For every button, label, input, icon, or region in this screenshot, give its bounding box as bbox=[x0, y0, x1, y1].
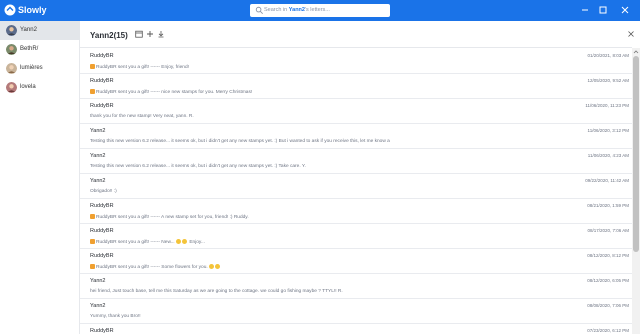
download-icon[interactable] bbox=[157, 30, 165, 38]
sidebar-item-yann2[interactable]: Yann2 bbox=[0, 21, 80, 40]
close-icon[interactable] bbox=[618, 3, 632, 17]
penpal-sidebar: Yann2 BethR/ lumières lovela bbox=[0, 21, 80, 334]
letter-preview: Testing this new version 6.2 release... … bbox=[90, 164, 306, 169]
letter-preview: RuddyBR sent you a gift! ------ A new st… bbox=[90, 214, 249, 220]
letter-date: 08/12/2020, 6:05 PM bbox=[587, 278, 629, 283]
letter-date: 08/21/2020, 1:59 PM bbox=[587, 203, 629, 208]
avatar bbox=[6, 82, 17, 93]
app-title: Slowly bbox=[18, 5, 47, 15]
gift-icon bbox=[90, 264, 95, 269]
minimize-icon[interactable] bbox=[578, 3, 592, 17]
letter-preview: Yummy, thank you Bro!! bbox=[90, 314, 141, 319]
avatar bbox=[6, 44, 17, 55]
letter-date: 12/05/2020, 9:52 AM bbox=[587, 78, 629, 83]
letter-sender: RuddyBR bbox=[90, 78, 114, 84]
emoji-icon bbox=[181, 239, 187, 244]
list-item[interactable]: RuddyBR 01/20/2021, 8:03 AM RuddyBR sent y… bbox=[80, 48, 632, 74]
letter-list: RuddyBR 01/20/2021, 8:03 AM RuddyBR sent y… bbox=[80, 47, 632, 334]
list-item[interactable]: Yann2 11/06/2020, 3:12 PM Testing this new… bbox=[80, 123, 632, 149]
letter-date: 09/22/2020, 11:42 AM bbox=[585, 178, 629, 183]
letter-date: 08/08/2020, 7:06 PM bbox=[587, 303, 629, 308]
letter-sender: RuddyBR bbox=[90, 253, 114, 259]
list-item[interactable]: RuddyBR 08/12/2020, 8:12 PM RuddyBR sent y… bbox=[80, 248, 632, 274]
sidebar-item-lumieres[interactable]: lumières bbox=[0, 59, 80, 78]
letter-date: 11/06/2020, 11:23 PM bbox=[585, 103, 629, 108]
letter-sender: Yann2 bbox=[90, 153, 106, 159]
avatar bbox=[6, 25, 17, 36]
sidebar-item-bethr[interactable]: BethR/ bbox=[0, 40, 80, 59]
sidebar-item-label: lumières bbox=[20, 65, 43, 71]
list-item[interactable]: Yann2 08/12/2020, 6:05 PM hei friend, Just… bbox=[80, 273, 632, 299]
close-icon[interactable] bbox=[627, 30, 635, 38]
letter-date: 11/06/2020, 3:12 PM bbox=[587, 128, 629, 133]
letter-date: 07/23/2020, 6:12 PM bbox=[587, 328, 629, 333]
letter-preview: hei friend, Just touch base, tell me thi… bbox=[90, 289, 343, 294]
list-item[interactable]: Yann2 08/08/2020, 7:06 PM Yummy, thank you… bbox=[80, 298, 632, 324]
letter-preview: Testing this new version 6.2 release... … bbox=[90, 139, 390, 144]
sidebar-item-label: BethR/ bbox=[20, 46, 39, 52]
avatar bbox=[6, 63, 17, 74]
slowly-logo-icon bbox=[4, 4, 16, 16]
letter-date: 08/12/2020, 8:12 PM bbox=[587, 253, 629, 258]
letter-preview: RuddyBR sent you a gift! ------ New... E… bbox=[90, 239, 205, 245]
letter-date: 11/06/2020, 4:23 AM bbox=[587, 153, 629, 158]
emoji-icon bbox=[215, 264, 221, 269]
letter-sender: RuddyBR bbox=[90, 103, 114, 109]
title-bar: Slowly Search in Yann2's letters... bbox=[0, 0, 640, 21]
scroll-thumb[interactable] bbox=[633, 56, 639, 252]
list-item[interactable]: RuddyBR 11/06/2020, 11:23 PM thank you for… bbox=[80, 98, 632, 124]
letter-preview: RuddyBR sent you a gift! ------ nice new… bbox=[90, 89, 252, 95]
emoji-icon bbox=[209, 264, 215, 269]
letter-sender: RuddyBR bbox=[90, 228, 114, 234]
gift-icon bbox=[90, 64, 95, 69]
letter-sender: Yann2 bbox=[90, 303, 106, 309]
emoji-icon bbox=[175, 239, 181, 244]
sidebar-item-label: lovela bbox=[20, 84, 36, 90]
scroll-up-icon[interactable] bbox=[633, 49, 639, 55]
maximize-icon[interactable] bbox=[596, 3, 610, 17]
letter-sender: Yann2 bbox=[90, 128, 106, 134]
letter-date: 08/17/2020, 7:06 AM bbox=[587, 228, 629, 233]
letter-preview: thank you for the new stamp! Very neat, … bbox=[90, 114, 194, 119]
plus-icon[interactable] bbox=[146, 30, 154, 38]
letter-preview: RuddyBR sent you a gift! ------ Some flo… bbox=[90, 264, 221, 270]
list-item[interactable]: Yann2 09/22/2020, 11:42 AM Obrigado!! :) bbox=[80, 173, 632, 199]
list-item[interactable]: RuddyBR 08/21/2020, 1:59 PM RuddyBR sent y… bbox=[80, 198, 632, 224]
gift-icon bbox=[90, 89, 95, 94]
list-item[interactable]: RuddyBR 12/05/2020, 9:52 AM RuddyBR sent y… bbox=[80, 73, 632, 99]
letter-sender: Yann2 bbox=[90, 278, 106, 284]
sidebar-item-label: Yann2 bbox=[20, 27, 37, 33]
gift-icon bbox=[90, 239, 95, 244]
letter-sender: Yann2 bbox=[90, 178, 106, 184]
page-title: Yann2(15) bbox=[90, 31, 128, 40]
letter-date: 01/20/2021, 8:03 AM bbox=[587, 53, 629, 58]
letter-sender: RuddyBR bbox=[90, 53, 114, 59]
list-item[interactable]: RuddyBR 07/23/2020, 6:12 PM bbox=[80, 323, 632, 334]
thread-panel: Yann2(15) RuddyBR 01/20/2021, 8:03 AM Rudd… bbox=[80, 21, 640, 334]
calendar-icon[interactable] bbox=[135, 30, 143, 38]
letter-sender: RuddyBR bbox=[90, 328, 114, 334]
letter-preview: RuddyBR sent you a gift! ------ Enjoy, f… bbox=[90, 64, 189, 70]
sidebar-item-lovela[interactable]: lovela bbox=[0, 78, 80, 97]
list-item[interactable]: Yann2 11/06/2020, 4:23 AM Testing this new… bbox=[80, 148, 632, 174]
scrollbar[interactable] bbox=[632, 48, 640, 334]
list-item[interactable]: RuddyBR 08/17/2020, 7:06 AM RuddyBR sent y… bbox=[80, 223, 632, 249]
letter-sender: RuddyBR bbox=[90, 203, 114, 209]
search-placeholder: Search in Yann2's letters... bbox=[264, 7, 330, 13]
gift-icon bbox=[90, 214, 95, 219]
letter-preview: Obrigado!! :) bbox=[90, 189, 117, 194]
search-input[interactable]: Search in Yann2's letters... bbox=[250, 4, 390, 17]
search-icon bbox=[255, 6, 263, 14]
